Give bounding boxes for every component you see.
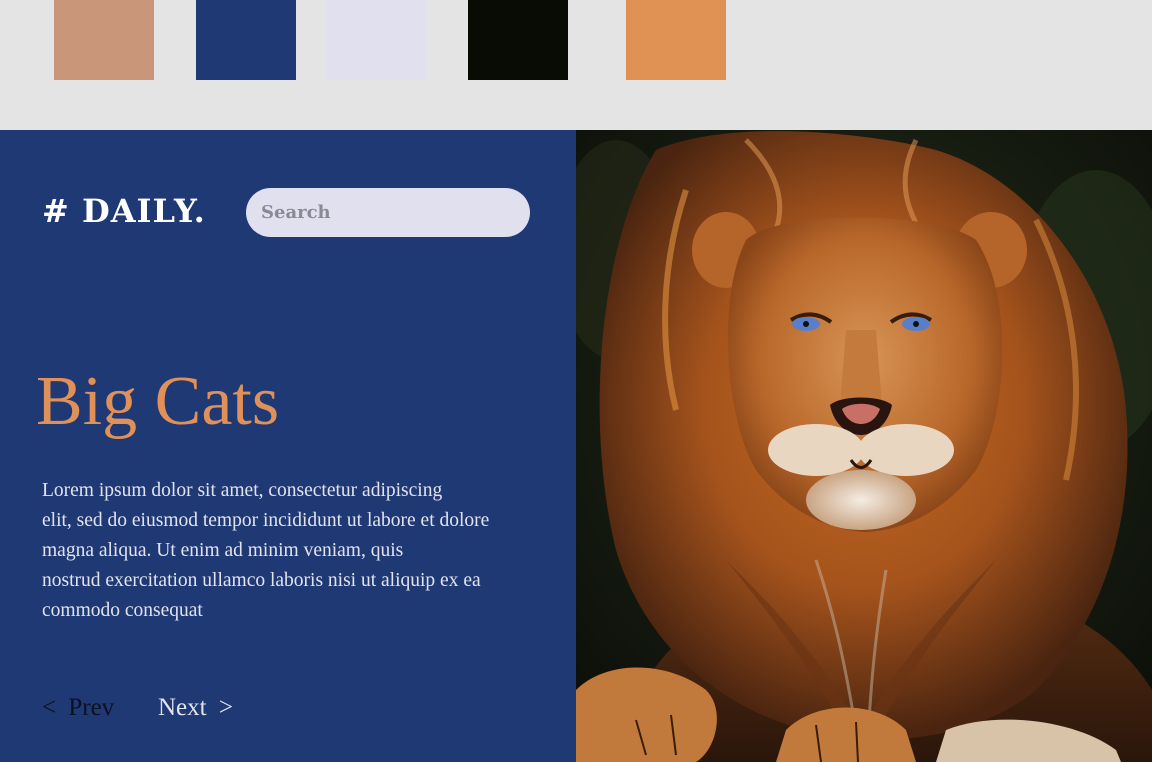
chevron-left-icon: < [42, 694, 57, 721]
swatch-2 [196, 0, 296, 80]
logo[interactable]: # DAILY. [42, 192, 206, 230]
chevron-right-icon: > [218, 694, 233, 721]
next-button[interactable]: Next > [158, 694, 239, 722]
article-body: Lorem ipsum dolor sit amet, consectetur … [42, 480, 490, 621]
search-bar[interactable] [246, 188, 530, 237]
lion-image [576, 130, 1152, 762]
article-title: Big Cats [36, 363, 280, 440]
next-label: Next [158, 694, 207, 721]
search-input[interactable] [246, 188, 530, 237]
prev-button[interactable]: < Prev [42, 694, 114, 722]
prev-label: Prev [68, 694, 115, 721]
swatch-1 [54, 0, 154, 80]
lion-photo [576, 130, 1152, 762]
color-palette [0, 0, 1152, 130]
swatch-5 [626, 0, 726, 80]
swatch-4 [468, 0, 568, 80]
content-panel: # DAILY. Big Cats Lorem ipsum dolor sit … [0, 130, 576, 762]
swatch-3 [326, 0, 426, 80]
